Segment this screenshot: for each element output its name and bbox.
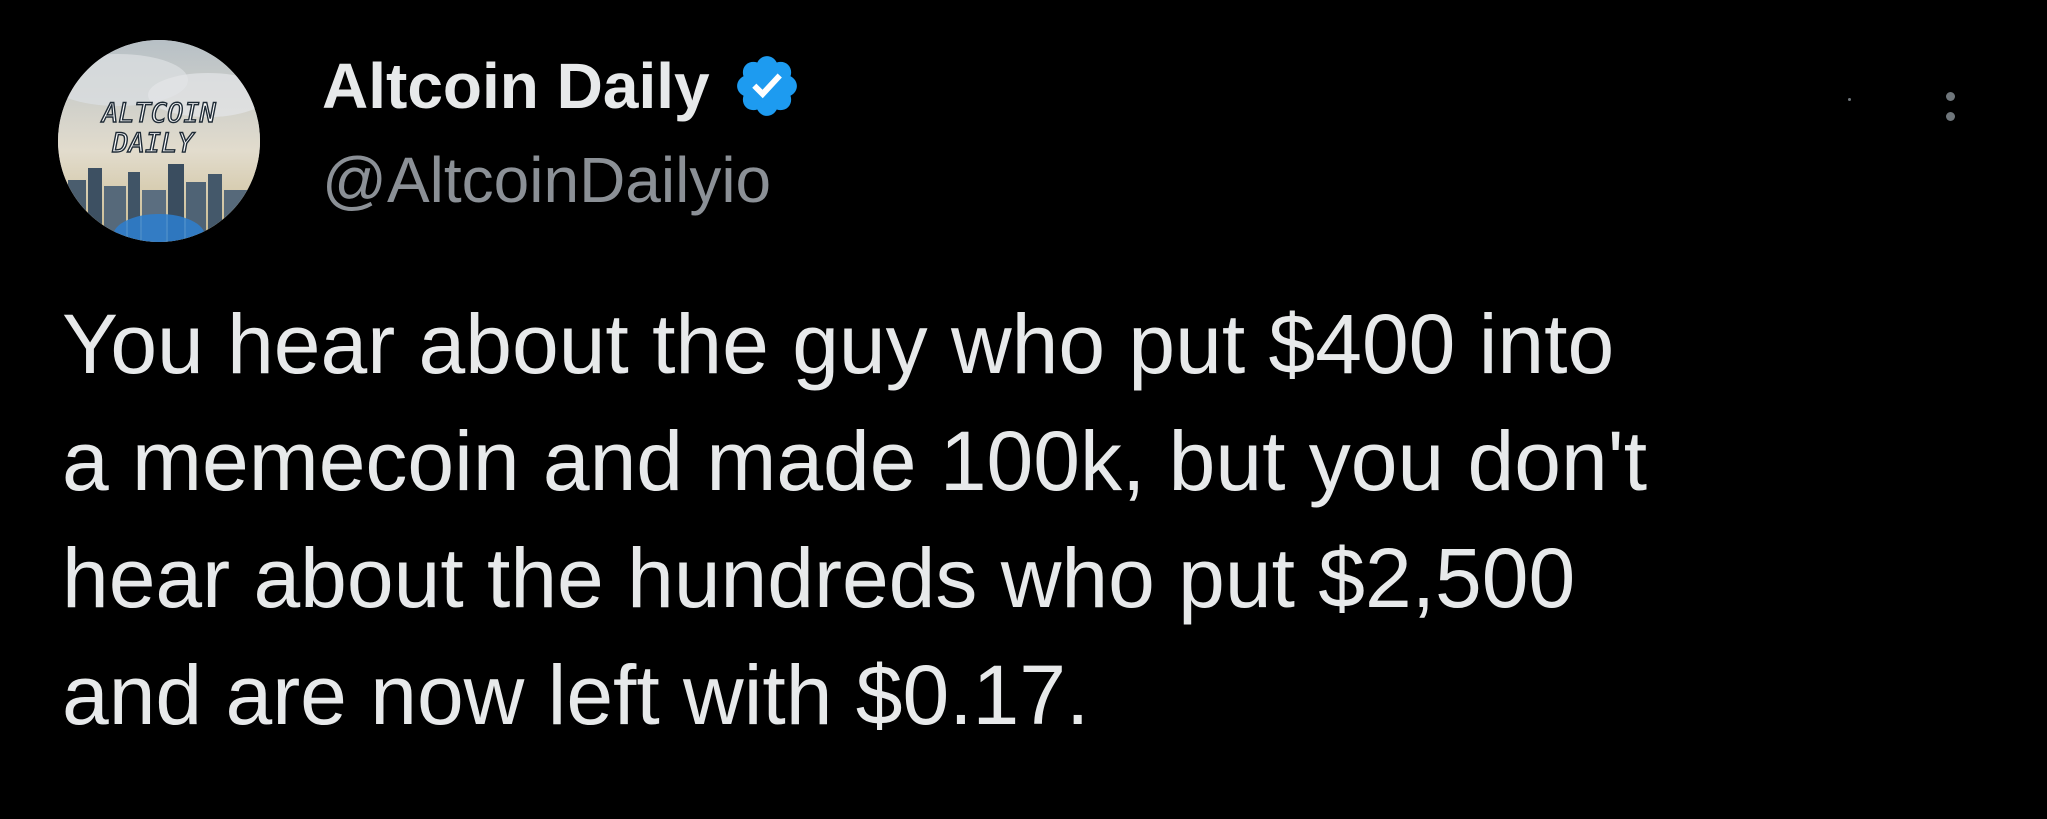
verified-badge-icon (736, 56, 797, 116)
author-handle[interactable]: @AltcoinDailyio (322, 143, 771, 217)
avatar-logo-line2: DAILY (111, 128, 195, 159)
more-options-button[interactable] (1840, 84, 1970, 128)
tweet-text: You hear about the guy who put $400 into… (62, 297, 1648, 742)
display-name[interactable]: Altcoin Daily (322, 49, 710, 123)
avatar-logo-line1: ALTCOIN (100, 98, 217, 129)
avatar[interactable]: ALTCOIN DAILY (58, 40, 260, 242)
author-name-row: Altcoin Daily (322, 44, 802, 128)
tweet: ALTCOIN DAILY Altcoin Daily @AltcoinDail… (0, 0, 2047, 819)
avatar-image: ALTCOIN DAILY (58, 40, 260, 242)
